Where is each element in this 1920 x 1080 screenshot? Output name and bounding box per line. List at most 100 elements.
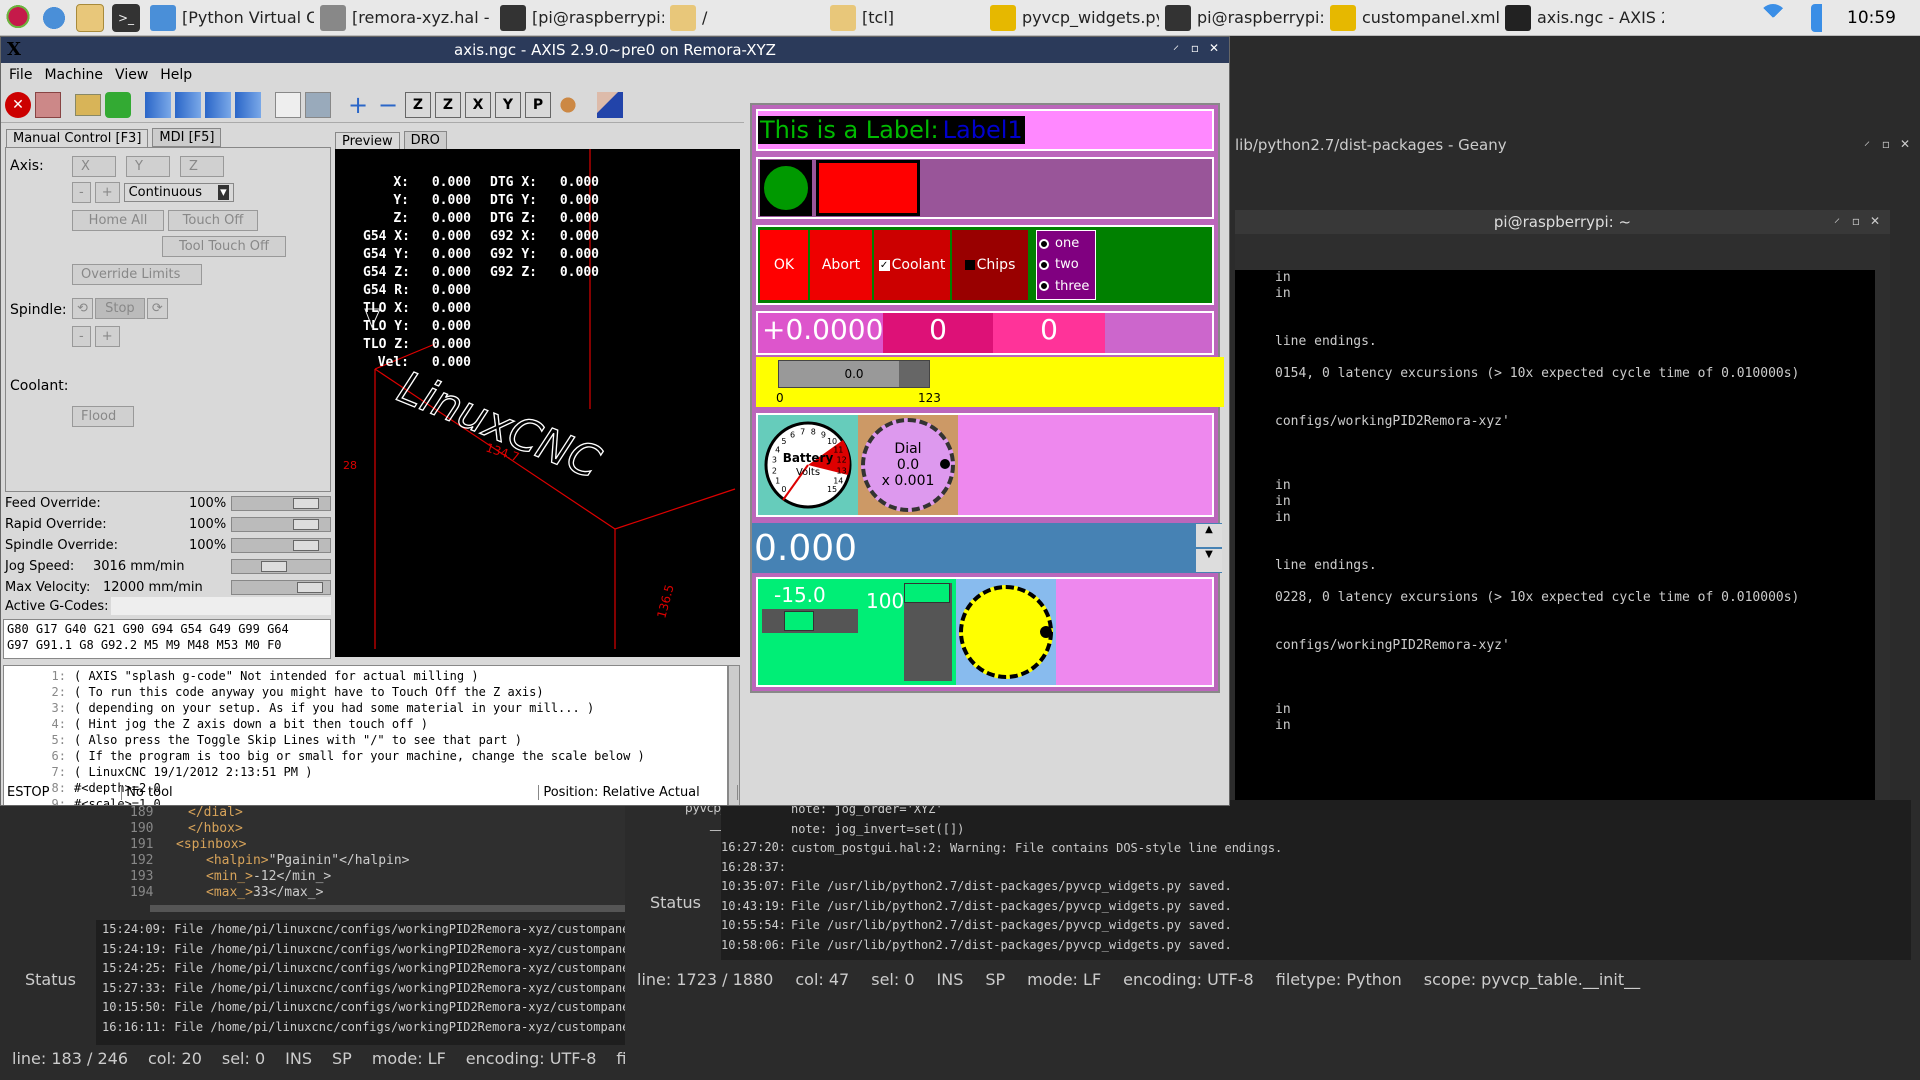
terminal-output[interactable]: in in line endings. 0154, 0 latency excursi… <box>1235 270 1875 880</box>
scale-slider-handle[interactable] <box>784 611 814 631</box>
geany-python-messages[interactable]: 16:27:20: 16:28:37: 10:35:07: 10:43:19: 10:5… <box>721 800 1911 960</box>
geany-xml-status-tab[interactable]: Status <box>25 970 76 989</box>
stop-program-icon[interactable] <box>235 91 261 118</box>
jogwheel[interactable] <box>956 579 1056 685</box>
raspberry-menu-icon[interactable] <box>4 3 32 32</box>
radio-one[interactable]: one <box>1039 236 1093 251</box>
radio-three[interactable]: three <box>1039 279 1093 294</box>
override-limits-checkbox[interactable]: Override Limits <box>72 264 202 285</box>
taskbar-task[interactable]: pi@raspberrypi: ~ <box>1159 1 1324 35</box>
minimize-icon[interactable]: ⸍ <box>1834 214 1840 231</box>
code-editor[interactable]: 189 </dial> 190 </hbox> 191 <spinbox> 192 <halp… <box>130 805 625 905</box>
slider-handle[interactable] <box>293 519 320 530</box>
jog-minus-button[interactable]: - <box>72 182 91 203</box>
close-icon[interactable]: ✕ <box>1870 214 1880 228</box>
spin-down-icon[interactable]: ▼ <box>1196 549 1222 572</box>
spinbox[interactable]: 0.000 <box>752 528 1196 569</box>
tab-preview[interactable]: Preview <box>335 131 400 150</box>
tab-dro[interactable]: DRO <box>403 131 447 150</box>
override-slider[interactable] <box>231 559 331 574</box>
axis-radio-x[interactable]: X <box>72 156 116 177</box>
slider-handle[interactable] <box>293 498 320 509</box>
spin-up-icon[interactable]: ▲ <box>1196 524 1222 547</box>
file-manager-icon[interactable] <box>76 3 104 32</box>
optional-stop-icon[interactable] <box>305 91 331 118</box>
reload-icon[interactable] <box>105 91 131 118</box>
taskbar-task[interactable]: pyvcp_widgets.py... <box>984 1 1159 35</box>
view-x-icon[interactable]: X <box>465 91 491 118</box>
view-z2-icon[interactable]: Z <box>435 91 461 118</box>
open-file-icon[interactable] <box>75 93 101 116</box>
tool-touch-off-button[interactable]: Tool Touch Off <box>162 236 286 257</box>
override-slider[interactable] <box>231 538 331 553</box>
ok-button[interactable]: OK <box>760 230 808 300</box>
menu-machine[interactable]: Machine <box>44 67 103 83</box>
scale-trough[interactable] <box>762 609 858 633</box>
taskbar-task[interactable]: custompanel.xml... <box>1324 1 1499 35</box>
minimize-icon[interactable]: ⸍ <box>1173 41 1179 58</box>
override-slider[interactable] <box>231 580 331 595</box>
clock[interactable]: 10:59 <box>1847 8 1896 28</box>
tab-manual-control[interactable]: Manual Control [F3] <box>6 128 149 147</box>
close-icon[interactable]: ✕ <box>1209 41 1219 55</box>
touch-off-button[interactable]: Touch Off <box>168 210 258 231</box>
chips-checkbox[interactable]: Chips <box>952 230 1028 300</box>
maximize-icon[interactable]: ▫ <box>1852 214 1860 228</box>
axis-radio-z[interactable]: Z <box>180 156 224 177</box>
axis-radio-y[interactable]: Y <box>126 156 170 177</box>
slider-handle[interactable] <box>293 540 320 551</box>
menu-view[interactable]: View <box>115 67 148 83</box>
maximize-icon[interactable]: ▫ <box>1191 41 1199 55</box>
spindle-slower-button[interactable]: - <box>72 326 91 347</box>
view-z-icon[interactable]: Z <box>405 91 431 118</box>
browser-icon[interactable] <box>40 3 68 32</box>
spindle-faster-button[interactable]: + <box>94 326 120 347</box>
rotate-icon[interactable] <box>555 91 581 118</box>
flood-checkbox[interactable]: Flood <box>72 406 134 427</box>
slider-handle[interactable] <box>296 582 323 593</box>
coolant-checkbox[interactable]: ✓ Coolant <box>874 230 950 300</box>
jog-plus-button[interactable]: + <box>94 182 120 203</box>
taskbar-task[interactable]: axis.ngc - AXIS 2... <box>1499 1 1664 35</box>
taskbar-task[interactable]: [pi@raspberrypi: ... <box>494 1 664 35</box>
minimize-icon[interactable]: ⸍ <box>1864 137 1870 154</box>
zoom-in-icon[interactable]: + <box>345 92 371 118</box>
maximize-icon[interactable]: ▫ <box>1882 137 1890 151</box>
machine-power-button[interactable] <box>35 91 61 118</box>
vscale-handle[interactable] <box>904 583 950 603</box>
taskbar-task[interactable]: [tcl] <box>824 1 984 35</box>
estop-button[interactable]: ✕ <box>5 91 31 118</box>
step-icon[interactable] <box>175 91 201 118</box>
zoom-out-icon[interactable]: − <box>375 92 401 118</box>
menu-help[interactable]: Help <box>160 67 192 83</box>
run-icon[interactable] <box>145 91 171 118</box>
vertical-scale[interactable]: 100 <box>862 579 956 685</box>
override-slider[interactable] <box>231 496 331 511</box>
terminal-icon[interactable]: >_ <box>112 3 140 32</box>
taskbar-task[interactable]: [remora-xyz.hal - ... <box>314 1 494 35</box>
taskbar-task[interactable]: [Python Virtual C... <box>144 1 314 35</box>
spindle-ccw-button[interactable]: ⟲ <box>72 298 93 319</box>
geany-python-status-tab[interactable]: Status <box>650 893 701 912</box>
override-slider[interactable] <box>231 517 331 532</box>
jog-mode-select[interactable]: Continuous ▾ <box>123 183 234 202</box>
close-icon[interactable]: ✕ <box>1900 137 1910 151</box>
volume-icon[interactable] <box>1811 3 1839 32</box>
skip-lines-icon[interactable] <box>275 91 301 118</box>
dial[interactable]: Dial 0.0 x 0.001 <box>858 415 958 515</box>
view-p-icon[interactable]: P <box>525 91 551 118</box>
pause-icon[interactable] <box>205 91 231 118</box>
geany-xml-messages[interactable]: 15:24:09: File /home/pi/linuxcnc/configs… <box>96 920 625 1045</box>
slider-handle[interactable] <box>260 561 287 572</box>
preview-canvas[interactable]: LinuxCNC 134.7 136.5 28 X: 0.000 DTG X: 0.0… <box>335 149 740 657</box>
menu-file[interactable]: File <box>9 67 32 83</box>
view-y-icon[interactable]: Y <box>495 91 521 118</box>
spindle-cw-button[interactable]: ⟳ <box>146 298 168 319</box>
editor-hscrollbar[interactable] <box>150 905 625 912</box>
spindle-stop-button[interactable]: Stop <box>94 298 145 319</box>
scale-widget[interactable]: -15.0 <box>758 579 862 685</box>
tab-mdi[interactable]: MDI [F5] <box>152 128 222 147</box>
abort-button[interactable]: Abort <box>810 230 872 300</box>
taskbar-task[interactable]: / <box>664 1 824 35</box>
radio-two[interactable]: two <box>1039 257 1093 272</box>
